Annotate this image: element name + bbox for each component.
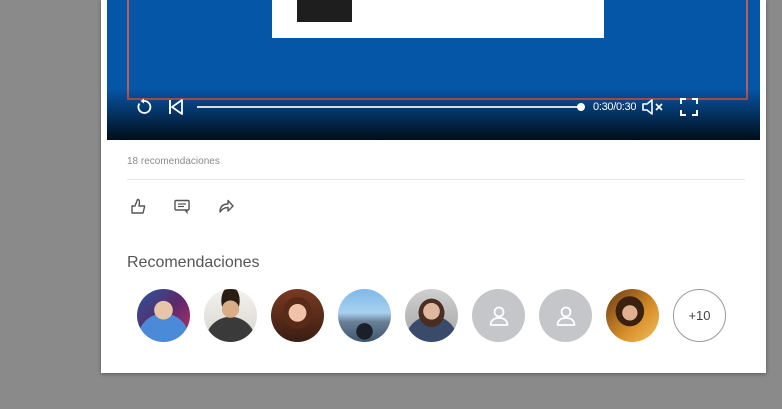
share-button[interactable] <box>215 195 237 217</box>
fullscreen-button[interactable] <box>678 96 700 118</box>
person-placeholder-icon <box>556 306 575 326</box>
divider <box>127 179 745 180</box>
comment-button[interactable] <box>171 195 193 217</box>
video-focus-outline <box>127 0 748 100</box>
speaker-muted-icon <box>642 99 663 115</box>
skip-back-icon <box>169 99 183 115</box>
video-player[interactable]: 0:30/0:30 <box>107 0 760 140</box>
recommendation-count[interactable]: 18 recomendaciones <box>127 156 220 167</box>
mute-button[interactable] <box>640 96 668 118</box>
avatar[interactable] <box>204 289 257 342</box>
time-display: 0:30/0:30 <box>593 101 637 113</box>
more-recommenders-button[interactable]: +10 <box>673 289 726 342</box>
video-controls: 0:30/0:30 <box>107 92 760 122</box>
progress-bar[interactable] <box>197 103 585 111</box>
fullscreen-icon <box>680 98 699 116</box>
avatar[interactable] <box>137 289 190 342</box>
recommenders-list: +10 <box>137 289 726 342</box>
share-icon <box>219 199 234 213</box>
avatar[interactable] <box>606 289 659 342</box>
avatar[interactable] <box>405 289 458 342</box>
avatar[interactable] <box>338 289 391 342</box>
post-card: 0:30/0:30 18 recomendaciones Recomendaci… <box>101 0 766 373</box>
post-actions <box>127 195 237 217</box>
recommendations-title: Recomendaciones <box>127 254 260 271</box>
previous-button[interactable] <box>165 96 187 118</box>
progress-handle[interactable] <box>577 103 585 111</box>
replay-icon <box>137 98 152 114</box>
avatar-placeholder[interactable] <box>472 289 525 342</box>
recommend-button[interactable] <box>127 195 149 217</box>
comment-icon <box>174 199 190 215</box>
avatar[interactable] <box>271 289 324 342</box>
avatar-placeholder[interactable] <box>539 289 592 342</box>
person-placeholder-icon <box>489 306 508 326</box>
thumbs-up-icon <box>131 198 146 214</box>
replay-button[interactable] <box>133 96 155 118</box>
